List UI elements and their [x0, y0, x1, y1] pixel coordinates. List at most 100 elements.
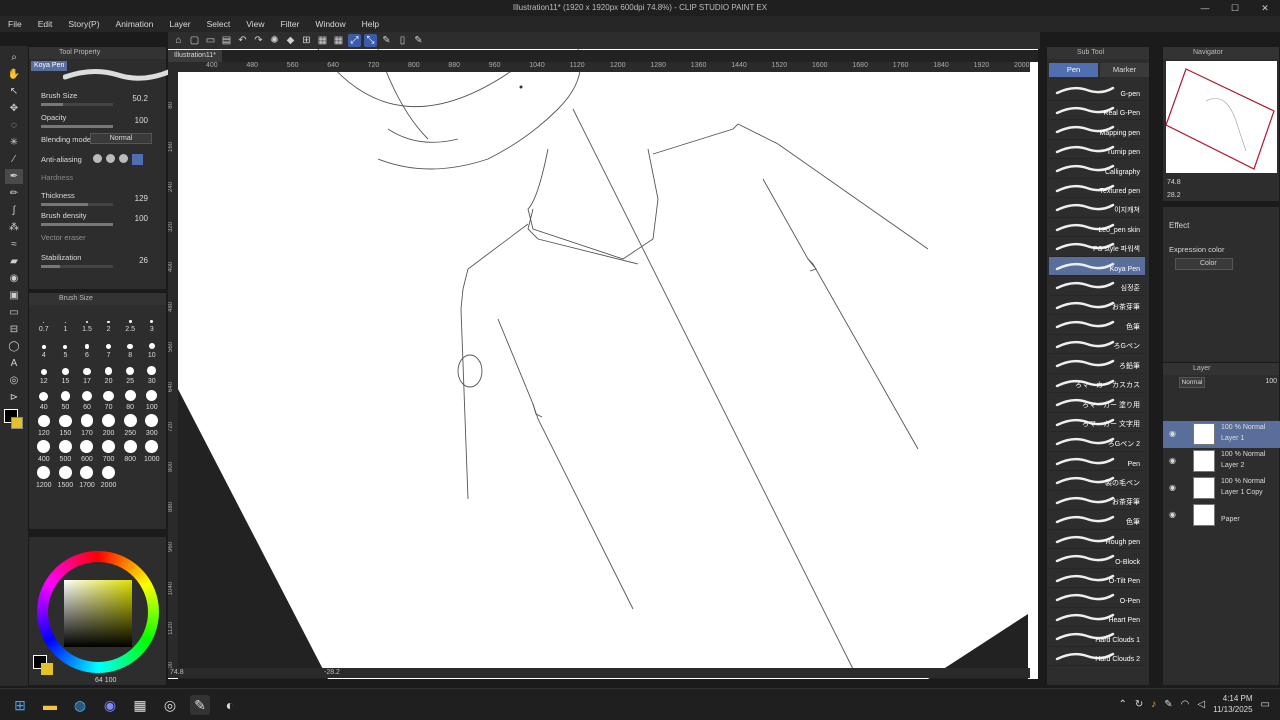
brush-size-option[interactable]: 5 — [55, 337, 77, 359]
brush-density-row[interactable]: Brush density 100 — [37, 209, 162, 231]
menu-window[interactable]: Window — [307, 16, 353, 32]
navigator-angle[interactable]: 28.2 — [1167, 192, 1181, 199]
menu-select[interactable]: Select — [199, 16, 239, 32]
balloon-icon[interactable]: ◎ — [5, 373, 23, 388]
opacity-row[interactable]: Opacity 100 — [37, 111, 162, 133]
zoom-icon[interactable]: ⌕ — [5, 50, 23, 65]
brush-size-option[interactable]: 700 — [98, 440, 120, 463]
tab-marker[interactable]: Marker — [1100, 63, 1149, 77]
brush-size-option[interactable]: 600 — [76, 440, 98, 463]
brush-size-option[interactable]: 1200 — [33, 466, 55, 489]
eye-icon[interactable]: ◉ — [1169, 483, 1176, 492]
clear-icon[interactable]: ✺ — [268, 34, 281, 47]
brush-size-option[interactable]: 17 — [76, 363, 98, 385]
volume-icon[interactable]: ◁ — [1197, 699, 1205, 710]
edge-icon[interactable]: ◍ — [70, 695, 90, 715]
figure-icon[interactable]: ▭ — [5, 305, 23, 320]
brush-icon[interactable]: ʃ — [5, 203, 23, 218]
brush-size-option[interactable]: 3 — [141, 311, 163, 333]
snap-special-ruler-icon[interactable]: ⤢ — [348, 34, 361, 47]
close-button[interactable]: ✕ — [1250, 0, 1280, 16]
brush-size-option[interactable]: 2 — [98, 311, 120, 333]
steam-icon[interactable]: ◎ — [160, 695, 180, 715]
opacity-slider[interactable] — [41, 125, 113, 128]
menu-help[interactable]: Help — [354, 16, 387, 32]
stabilization-slider[interactable] — [41, 265, 113, 268]
sub-tool-item[interactable]: Koya Pen — [1049, 256, 1145, 276]
sub-tool-item[interactable]: Turnip pen — [1049, 140, 1145, 159]
lasso-icon[interactable]: ◌ — [5, 118, 23, 133]
sub-tool-item[interactable]: O-Tilt Pen — [1049, 569, 1145, 588]
sub-tool-item[interactable]: Real G-Pen — [1049, 101, 1145, 120]
operation-icon[interactable]: ↖ — [5, 84, 23, 99]
canvas-area[interactable] — [168, 48, 1038, 679]
sub-tool-item[interactable]: 色筆 — [1049, 315, 1145, 335]
stabilization-row[interactable]: Stabilization 26 — [37, 251, 162, 273]
tablet-icon[interactable]: ▯ — [396, 34, 409, 47]
start-icon[interactable]: ⊞ — [10, 695, 30, 715]
thickness-row[interactable]: Thickness 129 — [37, 189, 162, 211]
wand-icon[interactable]: ✳ — [5, 135, 23, 150]
brush-size-slider[interactable] — [41, 103, 113, 106]
brush-size-option[interactable]: 50 — [55, 389, 77, 411]
layer-row[interactable]: ◉ 100 % Normal Layer 1 — [1163, 421, 1280, 448]
menu-view[interactable]: View — [238, 16, 272, 32]
brush-size-option[interactable]: 12 — [33, 363, 55, 385]
brush-size-option[interactable]: 25 — [119, 363, 141, 385]
undo-icon[interactable]: ↶ — [236, 34, 249, 47]
hand-icon[interactable]: ✋ — [5, 67, 23, 82]
brush-size-option[interactable]: 7 — [98, 337, 120, 359]
sub-tool-item[interactable]: PS style 파워섹 — [1049, 237, 1145, 257]
vector-eraser-row[interactable]: Vector eraser — [37, 231, 162, 253]
brush-size-option[interactable]: 2.5 — [119, 311, 141, 333]
ruler-icon[interactable]: ◯ — [5, 339, 23, 354]
brush-size-option[interactable]: 20 — [98, 363, 120, 385]
chevron-up-icon[interactable]: ⌃ — [1118, 699, 1126, 710]
brush-size-option[interactable]: 15 — [55, 363, 77, 385]
sub-tool-item[interactable]: お茶芽筆 — [1049, 491, 1145, 510]
wifi-icon[interactable]: ◠ — [1181, 699, 1190, 710]
brush-size-option[interactable]: 70 — [98, 389, 120, 411]
layer-row[interactable]: ◉ 100 % Normal Layer 1 Copy — [1163, 475, 1280, 502]
save-icon[interactable]: ▤ — [220, 34, 233, 47]
sub-tool-item[interactable]: ろマーカー カスカス — [1049, 374, 1145, 393]
eraser-icon[interactable]: ▰ — [5, 254, 23, 269]
layer-blend-select[interactable]: Normal — [1179, 377, 1205, 388]
brush-size-option[interactable]: 80 — [119, 389, 141, 411]
sub-color-chip[interactable] — [41, 663, 53, 675]
clip-studio-icon[interactable]: ▦ — [130, 695, 150, 715]
eye-icon[interactable]: ◉ — [1169, 456, 1176, 465]
sub-tool-item[interactable]: 심정훈 — [1049, 276, 1145, 296]
sub-tool-item[interactable]: G-pen — [1049, 81, 1145, 101]
brush-size-option[interactable]: 8 — [119, 337, 141, 359]
brush-size-option[interactable]: 1700 — [76, 466, 98, 489]
maximize-button[interactable]: ☐ — [1220, 0, 1250, 16]
brush-size-option[interactable]: 400 — [33, 440, 55, 463]
redo-icon[interactable]: ↷ — [252, 34, 265, 47]
brush-size-option[interactable]: 800 — [119, 440, 141, 463]
brush-size-option[interactable]: 170 — [76, 414, 98, 437]
brush-size-option[interactable]: 500 — [55, 440, 77, 463]
menu-file[interactable]: File — [0, 16, 30, 32]
sub-tool-item[interactable]: Leo_pen skin — [1049, 218, 1145, 237]
blend-icon[interactable]: ≈ — [5, 237, 23, 252]
file-explorer-icon[interactable]: ▬ — [40, 695, 60, 715]
eye-icon[interactable]: ◉ — [1169, 429, 1176, 438]
sub-tool-item[interactable]: Pen — [1049, 452, 1145, 471]
sub-tool-item[interactable]: ろGペン 2 — [1049, 432, 1145, 452]
color-wheel[interactable] — [37, 551, 159, 673]
status-angle[interactable]: -28.2 — [324, 668, 340, 678]
sub-tool-item[interactable]: 色筆 — [1049, 510, 1145, 530]
csp-paint-icon[interactable]: ✎ — [190, 695, 210, 715]
sub-tool-item[interactable]: Calligraphy — [1049, 159, 1145, 179]
sub-tool-item[interactable]: O-Block — [1049, 549, 1145, 569]
brush-size-option[interactable]: 0.7 — [33, 311, 55, 333]
snap-grid-icon[interactable]: ▦ — [332, 34, 345, 47]
document-tab[interactable]: Illustration11* — [168, 50, 222, 62]
eyedropper-icon[interactable]: ⁄ — [5, 152, 23, 167]
pen-tray-icon[interactable]: ✎ — [1164, 699, 1172, 710]
clock[interactable]: 4:14 PM 11/13/2025 — [1213, 693, 1252, 715]
sub-tool-item[interactable]: Hard Clouds 1 — [1049, 627, 1145, 647]
sub-tool-item[interactable]: Heart Pen — [1049, 608, 1145, 627]
fill-bucket-icon[interactable]: ◉ — [5, 271, 23, 286]
